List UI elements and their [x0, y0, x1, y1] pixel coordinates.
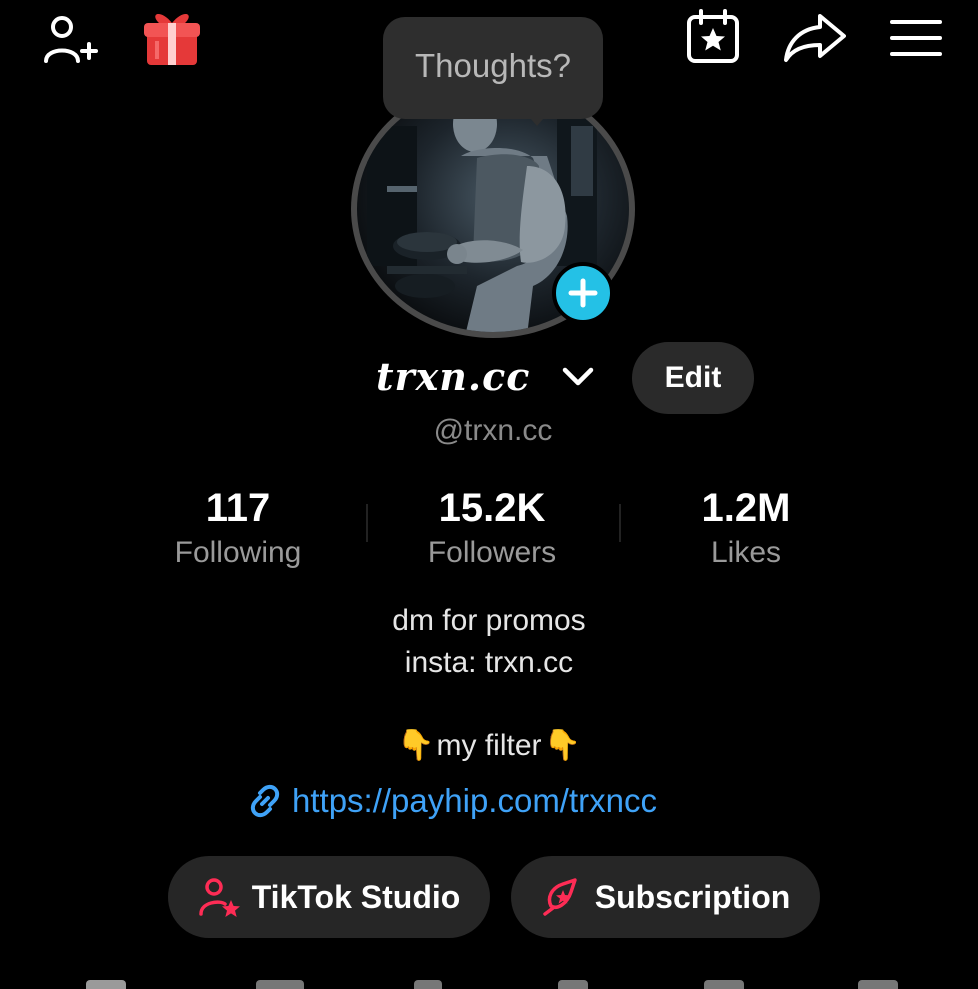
likes-count: 1.2M — [701, 486, 791, 530]
bio-link[interactable]: https://payhip.com/trxncc — [246, 776, 657, 826]
tab-reposts-edge[interactable] — [414, 980, 442, 989]
subscription-icon — [542, 878, 577, 916]
stat-following[interactable]: 117 Following — [118, 480, 358, 570]
studio-icon — [198, 878, 240, 917]
followers-count: 15.2K — [438, 486, 546, 530]
add-friend-icon[interactable] — [38, 8, 102, 70]
thoughts-tooltip[interactable]: Thoughts? — [383, 17, 603, 119]
stat-followers[interactable]: 15.2K Followers — [372, 480, 612, 570]
link-icon — [250, 784, 280, 818]
tab-favorites-edge[interactable] — [558, 980, 588, 989]
gift-icon[interactable] — [138, 4, 206, 70]
tab-videos-edge[interactable] — [86, 980, 126, 989]
display-name[interactable]: trxn.cc — [376, 352, 530, 402]
plus-icon — [568, 278, 598, 308]
profile-page: Thoughts? trxn.cc Edit @trxn.cc 117 Foll… — [0, 0, 978, 989]
tab-liked-edge[interactable] — [704, 980, 744, 989]
chevron-down-icon[interactable] — [560, 362, 596, 392]
share-icon[interactable] — [778, 8, 850, 68]
bio-line: dm for promos — [392, 604, 586, 637]
tooltip-text: Thoughts? — [415, 47, 571, 84]
menu-icon[interactable] — [884, 10, 948, 66]
tiktok-studio-label: TikTok Studio — [251, 878, 461, 915]
bio-filter-line: 👇 my filter 👇 — [0, 728, 978, 763]
stat-likes[interactable]: 1.2M Likes — [626, 480, 866, 570]
subscription-button[interactable]: Subscription — [511, 856, 820, 938]
calendar-star-icon[interactable] — [680, 6, 746, 68]
filter-text: my filter — [436, 728, 542, 762]
tab-locked-edge[interactable] — [256, 980, 304, 989]
likes-label: Likes — [710, 536, 782, 569]
pointing-down-emoji: 👇 — [543, 729, 581, 762]
following-count: 117 — [205, 486, 271, 530]
stat-divider — [366, 504, 368, 542]
following-label: Following — [174, 536, 302, 569]
pointing-down-emoji: 👇 — [397, 729, 435, 762]
tooltip-tail — [525, 112, 549, 126]
subscription-label: Subscription — [594, 878, 791, 915]
bio-line: insta: trxn.cc — [404, 646, 574, 679]
tab-more-edge[interactable] — [858, 980, 898, 989]
edit-profile-button[interactable]: Edit — [632, 342, 754, 414]
bio-link-text[interactable]: https://payhip.com/trxncc — [292, 782, 657, 820]
add-avatar-button[interactable] — [552, 262, 614, 324]
stat-divider — [619, 504, 621, 542]
followers-label: Followers — [427, 536, 557, 569]
tiktok-studio-button[interactable]: TikTok Studio — [168, 856, 490, 938]
username-handle: @trxn.cc — [433, 414, 553, 447]
